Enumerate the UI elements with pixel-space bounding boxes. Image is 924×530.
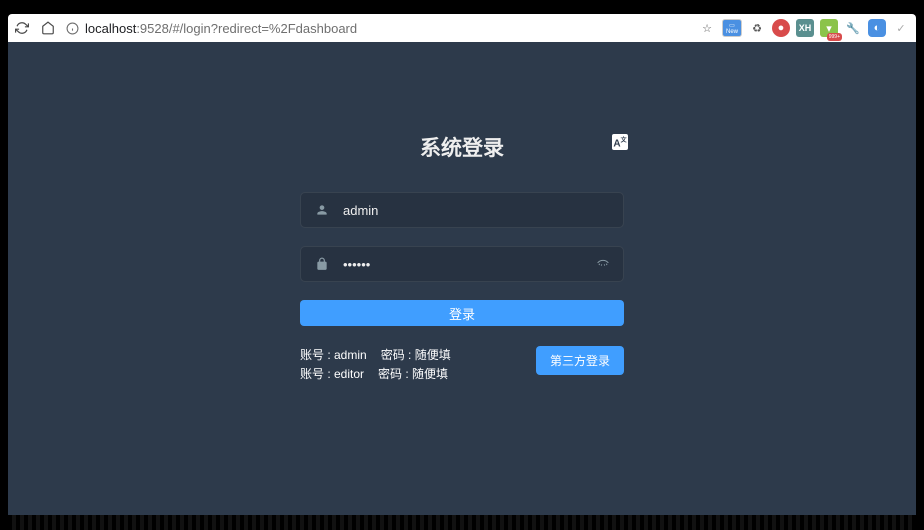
login-form: 系统登录 A文 登录	[300, 42, 624, 384]
extension-icons: ☆ ▭New ♻ ● XH ▾ 🔧 ◐ ✓	[698, 19, 910, 37]
extension-blue-icon[interactable]: ◐	[868, 19, 886, 37]
tip-admin-pass: 密码 : 随便填	[381, 346, 451, 365]
login-title: 系统登录	[300, 132, 624, 162]
extension-red-icon[interactable]: ●	[772, 19, 790, 37]
url-host: localhost	[85, 21, 136, 36]
tip-editor-user: 账号 : editor	[300, 365, 364, 384]
username-input[interactable]	[343, 203, 611, 218]
tip-admin-user: 账号 : admin	[300, 346, 367, 365]
username-field-wrap	[300, 192, 624, 228]
language-switch-button[interactable]: A文	[612, 134, 628, 150]
lock-icon	[313, 257, 331, 271]
extension-green-icon[interactable]: ▾	[820, 19, 838, 37]
extension-check-icon[interactable]: ✓	[892, 19, 910, 37]
tip-editor-pass: 密码 : 随便填	[378, 365, 448, 384]
bottom-border-strip	[8, 515, 916, 530]
third-party-login-button[interactable]: 第三方登录	[536, 346, 624, 375]
extension-recycle-icon[interactable]: ♻	[748, 19, 766, 37]
home-button[interactable]	[40, 20, 56, 36]
info-icon	[66, 22, 79, 35]
login-button[interactable]: 登录	[300, 300, 624, 326]
browser-toolbar: localhost:9528/#/login?redirect=%2Fdashb…	[8, 14, 916, 42]
extension-tool-icon[interactable]: 🔧	[844, 19, 862, 37]
toggle-password-visibility-icon[interactable]	[595, 255, 611, 274]
address-bar[interactable]: localhost:9528/#/login?redirect=%2Fdashb…	[66, 21, 688, 36]
user-icon	[313, 203, 331, 217]
bookmark-star-icon[interactable]: ☆	[698, 19, 716, 37]
password-input[interactable]	[343, 257, 595, 272]
url-path: :9528/#/login?redirect=%2Fdashboard	[136, 21, 357, 36]
login-tips: 账号 : admin 密码 : 随便填 账号 : editor 密码 : 随便填	[300, 346, 451, 384]
extension-teal-icon[interactable]: XH	[796, 19, 814, 37]
extension-new-icon[interactable]: ▭New	[722, 19, 742, 37]
language-icon: A文	[613, 135, 626, 149]
password-field-wrap	[300, 246, 624, 282]
reload-button[interactable]	[14, 20, 30, 36]
page-viewport: 系统登录 A文 登录	[8, 42, 916, 515]
